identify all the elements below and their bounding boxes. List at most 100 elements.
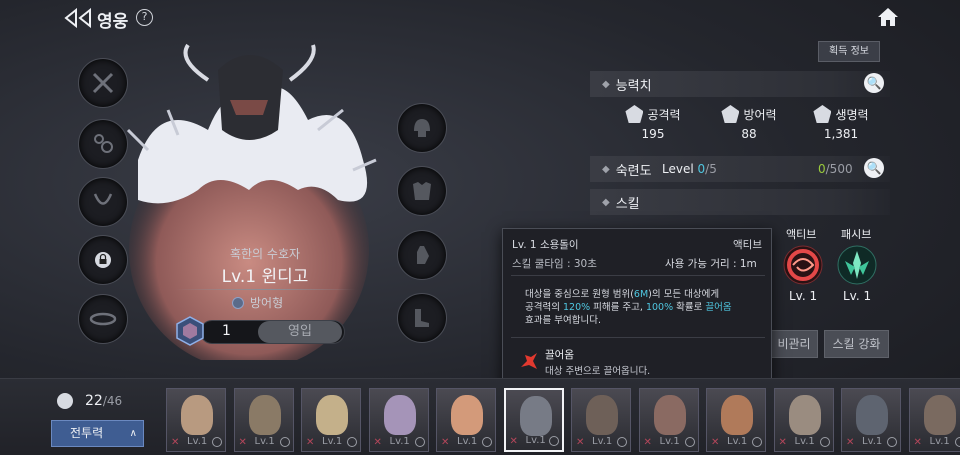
page-title: 영웅 <box>97 12 129 32</box>
hero-card[interactable]: ✕ Lv.1 <box>773 388 834 452</box>
stat-health: 생명력 1,381 <box>796 105 886 141</box>
hero-card-level: Lv.1 <box>525 435 546 446</box>
help-icon[interactable]: ? <box>136 9 153 26</box>
tooltip-effect-desc: 대상 주변으로 끌어옵니다. <box>545 366 651 377</box>
back-icon[interactable] <box>64 8 92 28</box>
helmet-icon <box>414 119 430 137</box>
divider <box>175 289 355 290</box>
hero-card[interactable]: ✕ Lv.1 <box>908 388 960 452</box>
desc-text: 확률로 <box>673 302 706 313</box>
tooltip-type: 액티브 <box>733 239 762 251</box>
hero-count-current: 22 <box>85 393 103 409</box>
desc-text: 대상을 중심으로 원형 범위( <box>525 289 634 300</box>
mastery-magnifier-icon[interactable]: 🔍 <box>864 158 884 178</box>
hero-card[interactable]: ✕ Lv.1 <box>233 388 294 452</box>
defense-icon <box>721 105 740 123</box>
class-icon: ✕ <box>913 437 922 448</box>
lock-icon <box>482 437 492 447</box>
hero-card-level: Lv.1 <box>727 436 748 447</box>
class-icon: ✕ <box>778 437 787 448</box>
hero-card-portrait <box>856 395 888 435</box>
stat-defense-value: 88 <box>741 127 757 141</box>
mastery-title: 숙련도 <box>615 163 652 179</box>
home-icon[interactable] <box>876 5 900 29</box>
active-skill-label: 액티브 <box>786 228 817 241</box>
lock-icon <box>95 252 111 268</box>
tooltip-effect-title: 끌어옴 <box>545 349 574 361</box>
shield-icon <box>232 296 244 309</box>
stat-defense: 방어력 88 <box>704 105 794 141</box>
hero-card-portrait <box>721 395 753 435</box>
stat-defense-label: 방어력 <box>743 107 777 122</box>
armor-slot[interactable] <box>397 166 447 216</box>
class-icon: ✕ <box>306 437 315 448</box>
desc-effect-name: 끌어옴 <box>705 302 732 313</box>
hero-card-portrait <box>316 395 348 435</box>
hero-count-total: 22/46 <box>85 393 122 409</box>
active-skill-vortex-icon[interactable] <box>783 245 823 285</box>
hero-card[interactable]: ✕ Lv.1 <box>436 388 496 452</box>
diamond-icon: ◆ <box>602 163 610 175</box>
skill-enhance-button[interactable]: 스킬 강화 <box>824 330 889 358</box>
tooltip-title: Lv. 1 소용돌이 <box>512 239 579 251</box>
enlist-button[interactable]: 영입 <box>258 321 342 343</box>
gloves-slot[interactable] <box>397 230 447 280</box>
desc-text: )의 모든 대상에게 <box>648 289 720 300</box>
skill-title: 스킬 <box>615 196 640 212</box>
stats-section-header: ◆ 능력치 <box>590 71 890 97</box>
class-icon: ✕ <box>643 437 652 448</box>
stat-attack-value: 195 <box>641 127 665 141</box>
lock-icon <box>347 437 357 447</box>
boots-slot[interactable] <box>397 293 447 343</box>
hero-card[interactable]: ✕ Lv.1 <box>638 388 699 452</box>
desc-text: 공격력의 <box>525 302 563 313</box>
hero-card[interactable]: ✕ Lv.1 <box>571 388 631 452</box>
pull-effect-icon <box>521 353 537 369</box>
belt-icon <box>89 312 117 326</box>
class-icon: ✕ <box>576 437 585 448</box>
hero-card[interactable]: ✕ Lv.1 <box>706 388 766 452</box>
tooltip-description: 대상을 중심으로 원형 범위(6M)의 모든 대상에게 공격력의 120% 피해… <box>525 288 765 327</box>
hero-card-portrait <box>788 395 821 435</box>
diamond-icon: ◆ <box>602 196 610 208</box>
hero-card[interactable]: ✕ Lv.1 <box>166 388 226 452</box>
lock-icon <box>819 437 830 447</box>
tooltip-divider <box>511 337 765 338</box>
hero-card[interactable]: ✕ Lv.1 <box>301 388 361 452</box>
crossed-swords-icon <box>92 72 114 94</box>
passive-skill-icon[interactable] <box>837 245 877 285</box>
desc-text: 피해를 주고, <box>590 302 646 313</box>
stat-attack-label: 공격력 <box>647 107 681 122</box>
tooltip-cooldown: 스킬 쿨타임 : 30초 <box>512 258 597 270</box>
hero-card-portrait <box>923 395 956 435</box>
hero-card[interactable]: ✕ Lv.1 <box>503 388 564 452</box>
lock-icon <box>414 437 425 447</box>
mastery-level: Level 0/5 <box>662 162 717 176</box>
hero-card-level: Lv.1 <box>254 436 275 447</box>
hero-card-level: Lv.1 <box>322 436 343 447</box>
hero-card-portrait <box>586 395 618 435</box>
stats-magnifier-icon[interactable]: 🔍 <box>864 73 884 93</box>
mastery-level-max: /5 <box>705 162 717 176</box>
mastery-level-label: Level <box>662 162 694 176</box>
hero-card[interactable]: ✕ Lv.1 <box>841 388 901 452</box>
hero-card-portrait <box>653 395 686 435</box>
hero-role-label: 방어형 <box>250 296 284 310</box>
hero-card-level: Lv.1 <box>862 436 883 447</box>
attack-icon <box>625 105 644 123</box>
helmet-slot[interactable] <box>397 103 447 153</box>
passive-skill-label: 패시브 <box>841 228 872 241</box>
hero-count: 1 <box>222 323 231 339</box>
stat-health-value: 1,381 <box>823 127 859 141</box>
acquire-info-button[interactable]: 획득 정보 <box>818 41 880 62</box>
sort-dropdown[interactable]: 전투력 ∧ <box>51 420 144 447</box>
class-icon: ✕ <box>373 437 382 448</box>
top-bar: 영웅 ? <box>0 0 960 36</box>
active-skill-level: Lv. 1 <box>789 289 818 303</box>
skill-manage-button[interactable]: 비관리 <box>770 330 818 358</box>
passive-skill-level: Lv. 1 <box>843 289 872 303</box>
hero-card-portrait <box>519 396 552 436</box>
tooltip-range: 사용 가능 거리 : 1m <box>665 258 757 270</box>
hero-count-max: /46 <box>102 394 123 408</box>
hero-card[interactable]: ✕ Lv.1 <box>368 388 429 452</box>
